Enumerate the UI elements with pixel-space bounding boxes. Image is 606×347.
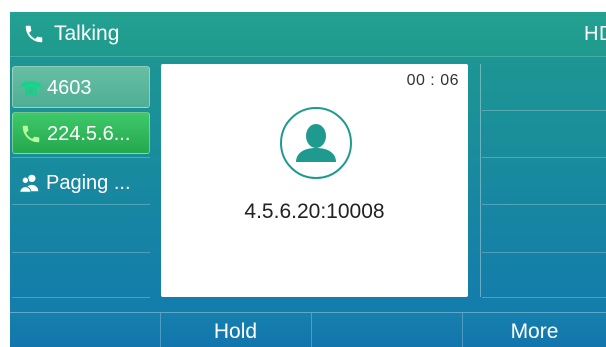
line-key-label: 224.5.6...: [47, 123, 131, 145]
divider: [482, 157, 606, 158]
hd-indicator: HD: [584, 23, 606, 45]
softkey-3[interactable]: [312, 313, 461, 347]
paging-users-icon: [19, 174, 39, 193]
more-button[interactable]: More: [463, 313, 606, 347]
call-info-card: 00 : 06 4.5.6.20:10008: [161, 64, 468, 297]
phone-screen: Talking HD 4603 224.5.6... Paging ...: [10, 12, 606, 347]
line-key-label: 4603: [47, 77, 92, 99]
divider: [482, 252, 606, 253]
softkey-bar: Hold More: [10, 312, 606, 347]
softkey-1[interactable]: [10, 313, 159, 347]
status-bar: Talking HD: [10, 12, 606, 57]
line-key-4603[interactable]: 4603: [12, 66, 150, 108]
line-key-paging[interactable]: Paging ...: [12, 162, 150, 204]
line-key-label: Paging ...: [46, 172, 131, 194]
phone-icon: [25, 25, 43, 43]
handset-icon: [22, 125, 40, 143]
divider: [12, 157, 150, 158]
divider: [482, 110, 606, 111]
line-key-224-5-6[interactable]: 224.5.6...: [12, 112, 150, 154]
status-title: Talking: [54, 22, 120, 45]
divider: [482, 204, 606, 205]
callee-address: 4.5.6.20:10008: [244, 200, 385, 223]
hold-button[interactable]: Hold: [161, 313, 310, 347]
divider: [12, 204, 150, 205]
call-timer: 00 : 06: [406, 72, 459, 89]
divider: [480, 64, 481, 297]
divider: [12, 252, 150, 253]
divider: [12, 297, 150, 298]
line-phone-icon: [21, 81, 41, 96]
contact-avatar-icon: [280, 107, 352, 179]
divider: [482, 297, 606, 298]
